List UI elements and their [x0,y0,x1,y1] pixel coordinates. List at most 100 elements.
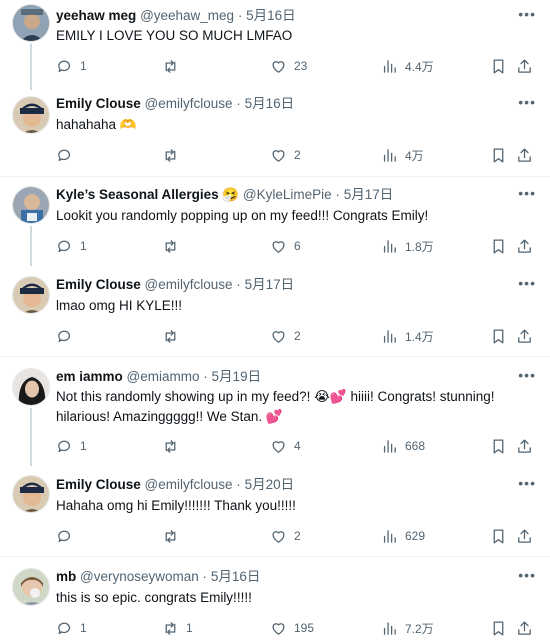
display-name[interactable]: Emily Clouse [56,477,141,492]
retweet-button[interactable] [162,436,186,456]
reply-count: 1 [80,439,87,453]
retweet-count: 1 [186,621,193,635]
timestamp[interactable]: 5月17日 [344,187,394,202]
like-count: 4 [294,439,301,453]
views-button[interactable]: 1.4万 [381,326,434,346]
share-button[interactable] [516,56,533,76]
bookmark-button[interactable] [490,436,507,456]
views-button[interactable]: 668 [381,436,425,456]
share-icon [518,438,531,453]
views-button[interactable]: 629 [381,526,425,546]
share-button[interactable] [516,326,533,346]
timestamp[interactable]: 5月19日 [212,369,262,384]
avatar[interactable] [12,96,50,134]
like-button[interactable]: 4 [270,436,301,456]
like-button[interactable]: 6 [270,236,301,256]
avatar[interactable] [12,186,50,224]
bookmark-icon [493,238,504,254]
avatar[interactable] [12,568,50,606]
retweet-button[interactable] [162,526,186,546]
avatar[interactable] [12,276,50,314]
reply-button[interactable]: 1 [56,56,87,76]
tweet-kyle: Kyle’s Seasonal Allergies 🤧 @KyleLimePie… [0,178,550,266]
retweet-button[interactable]: 1 [162,618,193,638]
user-handle[interactable]: @yeehaw_meg [140,8,234,23]
more-options-icon[interactable]: ••• [518,6,536,22]
display-name[interactable]: em iammo [56,369,123,384]
avatar[interactable] [12,4,50,42]
display-name[interactable]: Kyle’s Seasonal Allergies 🤧 [56,187,239,202]
share-button[interactable] [516,145,533,165]
like-button[interactable]: 2 [270,145,301,165]
tweet-text: Hahaha omg hi Emily!!!!!!! Thank you!!!!… [56,498,296,513]
views-button[interactable]: 4.4万 [381,56,434,76]
reply-button[interactable]: 1 [56,436,87,456]
share-button[interactable] [516,526,533,546]
timestamp[interactable]: 5月16日 [246,8,296,23]
user-handle[interactable]: @emiammo [127,369,200,384]
tweet-header: em iammo @emiammo · 5月19日 [56,367,510,387]
retweet-button[interactable] [162,56,186,76]
user-handle[interactable]: @emilyfclouse [145,477,233,492]
timestamp[interactable]: 5月20日 [245,477,295,492]
bookmark-button[interactable] [490,618,507,638]
more-options-icon[interactable]: ••• [518,567,536,583]
like-button[interactable]: 2 [270,326,301,346]
reply-icon [58,440,71,452]
bookmark-button[interactable] [490,526,507,546]
reply-button[interactable]: 1 [56,618,87,638]
more-options-icon[interactable]: ••• [518,367,536,383]
more-options-icon[interactable]: ••• [518,275,536,291]
bookmark-icon [493,528,504,544]
avatar[interactable] [12,475,50,513]
tweet-text: EMILY I LOVE YOU SO MUCH LMFAO [56,28,293,43]
display-name[interactable]: Emily Clouse [56,96,141,111]
views-button[interactable]: 7.2万 [381,618,434,638]
display-name[interactable]: Emily Clouse [56,277,141,292]
timestamp[interactable]: 5月16日 [245,96,295,111]
like-button[interactable]: 2 [270,526,301,546]
tweet-emily-clouse: Emily Clouse @emilyfclouse · 5月16日 ••• h… [0,90,550,178]
bookmark-button[interactable] [490,56,507,76]
reply-button[interactable] [56,526,80,546]
user-handle[interactable]: @emilyfclouse [145,277,233,292]
user-handle[interactable]: @emilyfclouse [145,96,233,111]
views-button[interactable]: 1.8万 [381,236,434,256]
share-button[interactable] [516,618,533,638]
display-name[interactable]: mb [56,569,76,584]
timestamp[interactable]: 5月16日 [211,569,261,584]
avatar[interactable] [12,368,50,406]
heart-icon [272,60,285,73]
share-icon [518,620,531,635]
user-handle[interactable]: @KyleLimePie [243,187,332,202]
user-handle[interactable]: @verynoseywoman [80,569,199,584]
tweet-header: Emily Clouse @emilyfclouse · 5月17日 [56,275,510,295]
retweet-button[interactable] [162,145,186,165]
bookmark-button[interactable] [490,326,507,346]
share-button[interactable] [516,436,533,456]
more-options-icon[interactable]: ••• [518,185,536,201]
more-options-icon[interactable]: ••• [518,475,536,491]
display-name[interactable]: yeehaw meg [56,8,136,23]
dot-separator: · [236,96,241,111]
like-button[interactable]: 195 [270,618,314,638]
bookmark-icon [493,58,504,74]
like-count: 2 [294,529,301,543]
views-button[interactable]: 4万 [381,145,424,165]
like-button[interactable]: 23 [270,56,307,76]
reply-count: 1 [80,621,87,635]
retweet-button[interactable] [162,236,186,256]
reply-button[interactable] [56,326,80,346]
bookmark-button[interactable] [490,236,507,256]
bookmark-button[interactable] [490,145,507,165]
reply-button[interactable] [56,145,80,165]
retweet-button[interactable] [162,326,186,346]
reply-count: 1 [80,239,87,253]
more-options-icon[interactable]: ••• [518,94,536,110]
share-button[interactable] [516,236,533,256]
heart-icon [272,149,285,162]
timestamp[interactable]: 5月17日 [245,277,295,292]
tweet-text: lmao omg HI KYLE!!! [56,298,183,313]
reply-button[interactable]: 1 [56,236,87,256]
action-bar: 1 6 1.8万 [56,236,538,256]
